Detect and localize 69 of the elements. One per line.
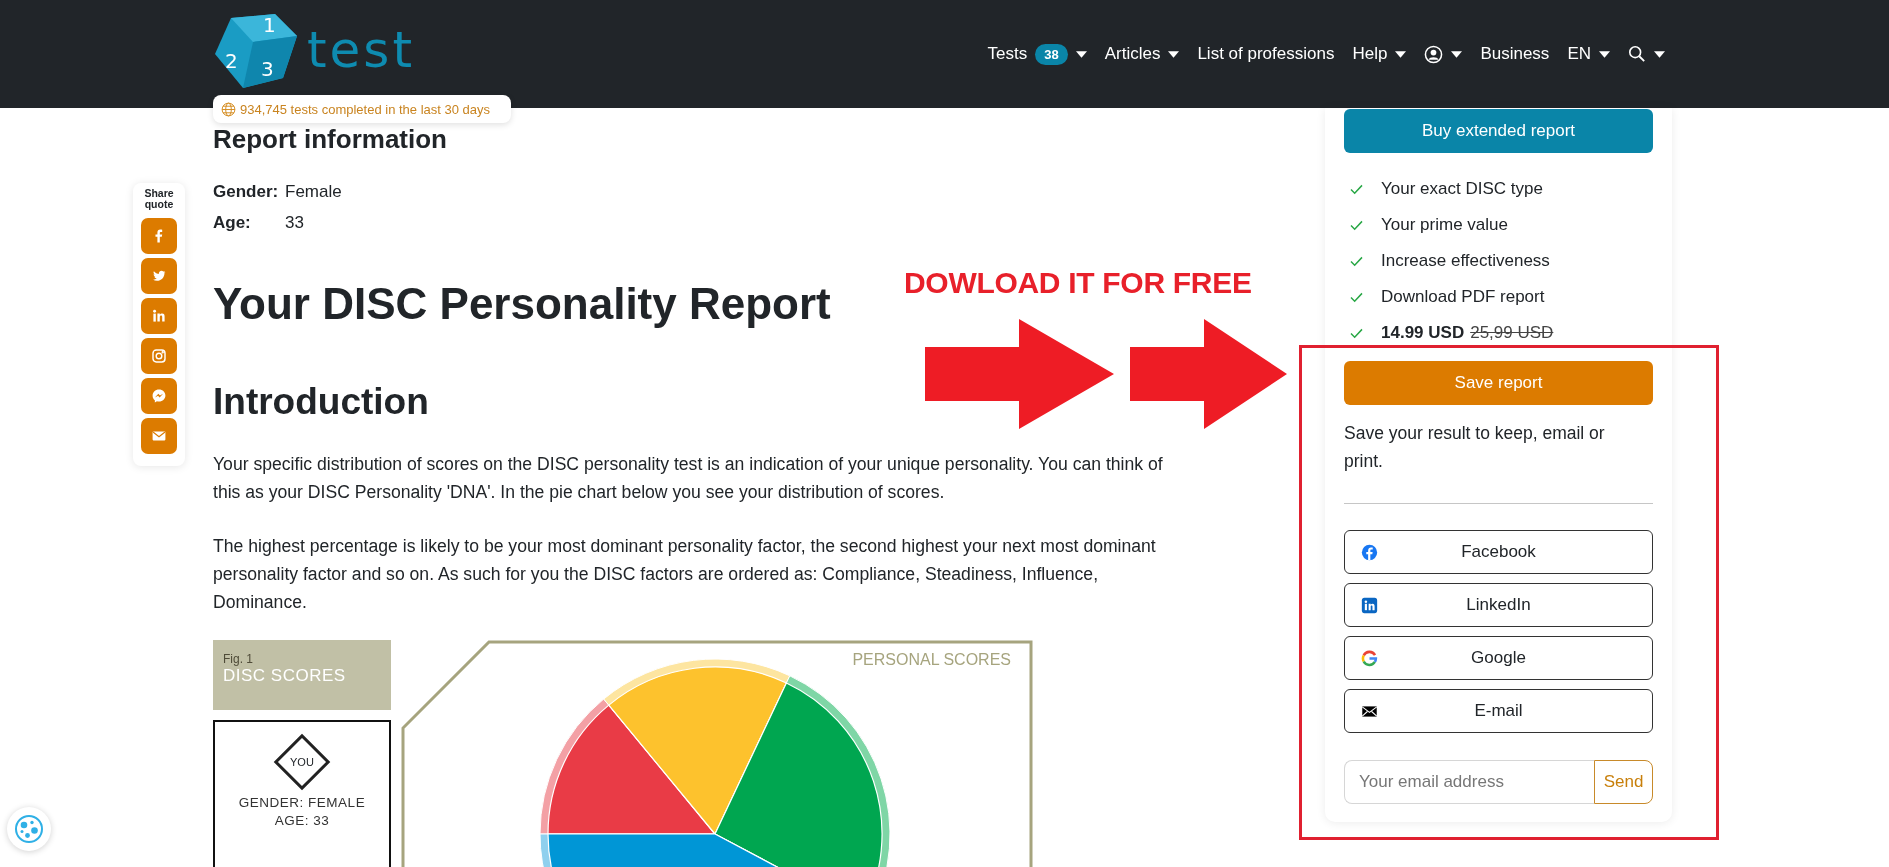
google-button[interactable]: Google [1344,636,1653,680]
cookie-icon [14,814,44,844]
nav-link[interactable]: EN [1567,44,1610,64]
search-icon[interactable] [1628,45,1646,63]
chart-title: PERSONAL SCORES [852,651,1011,669]
facebook-share-button[interactable] [141,218,177,254]
feature-text: Your prime value [1381,215,1508,235]
globe-icon [221,101,236,117]
email-button[interactable]: E-mail [1344,689,1653,733]
nav-link[interactable]: Help [1352,44,1407,64]
count-badge: 38 [1035,43,1068,65]
instagram-share-button[interactable] [141,338,177,374]
field-label: Gender: [213,181,280,203]
figure-number: Fig. 1 [223,652,254,666]
caret-icon[interactable] [1451,50,1463,58]
linkedin-icon [1361,597,1378,614]
logo-digit: 1 [263,13,276,37]
legend-text: GENDER: FEMALE [238,794,366,812]
linkedin-share-button[interactable] [141,298,177,334]
stats-text: 934,745 tests completed in the last 30 days [240,101,491,117]
check-icon [1350,183,1363,195]
facebook-button[interactable]: Facebook [1344,530,1653,574]
field-value: 33 [285,212,304,234]
logo-digit: 2 [225,49,238,73]
logo-digit: 3 [261,57,274,81]
annotation-text: DOWLOAD IT FOR FREE [904,266,1252,300]
paragraph: The highest percentage is likely to be your most dominant personality factor, the second highest your next most dominant personality factor and so on. As such for you the DISC factors are ordered as: Compliance, Steadiness, Influence, Dominance. [213,535,1157,614]
share-label: Share quote [143,188,175,210]
twitter-icon [151,268,167,284]
nav-link[interactable]: Business [1480,44,1550,64]
check-icon [1350,219,1363,231]
email-input[interactable]: Your email address [1344,760,1594,804]
instagram-icon [151,348,167,364]
field-label: Age: [213,212,252,234]
cookie-settings-button[interactable] [7,807,51,851]
email-share-button[interactable] [141,418,177,454]
messenger-share-button[interactable] [141,378,177,414]
nav-link[interactable]: List of professions [1197,44,1335,64]
nav-link[interactable]: Tests 38 [987,43,1087,65]
field-value: Female [285,181,342,203]
section-heading: Introduction [213,380,430,424]
caret-icon[interactable] [1654,50,1665,58]
email-icon [1361,703,1378,720]
check-icon [1350,327,1363,339]
figure-title: DISC SCORES [223,666,347,686]
nav-link[interactable]: Articles [1104,44,1180,64]
paragraph: Your specific distribution of scores on the DISC personality test is an indication of your unique personality. You can think of this as your DISC Personality 'DNA'. In the pie chart below you see your distribution of scores. [213,453,1163,504]
facebook-icon [1361,544,1378,561]
google-icon [1361,650,1378,667]
feature-text: Increase effectiveness [1381,251,1550,271]
logo-text[interactable]: test [307,21,416,79]
you-marker: YOU [273,733,331,791]
messenger-icon [151,388,167,404]
check-icon [1350,255,1363,267]
linkedin-button[interactable]: LinkedIn [1344,583,1653,627]
page-title: Your DISC Personality Report [213,278,831,330]
buy-report-button[interactable]: Buy extended report [1344,109,1653,153]
legend-text: AGE: 33 [274,812,330,830]
check-icon [1350,291,1363,303]
account-icon[interactable] [1424,44,1444,64]
feature-text: Your exact DISC type [1381,179,1543,199]
section-heading: Report information [213,123,448,155]
twitter-share-button[interactable] [141,258,177,294]
old-price: 25,99 USD [1470,323,1554,343]
feature-text: Download PDF report [1381,287,1545,307]
price: 14.99 USD [1381,323,1465,343]
cube-icon[interactable] [215,14,297,88]
linkedin-icon [151,308,167,324]
save-description: Save your result to keep, email or print. [1344,422,1606,473]
